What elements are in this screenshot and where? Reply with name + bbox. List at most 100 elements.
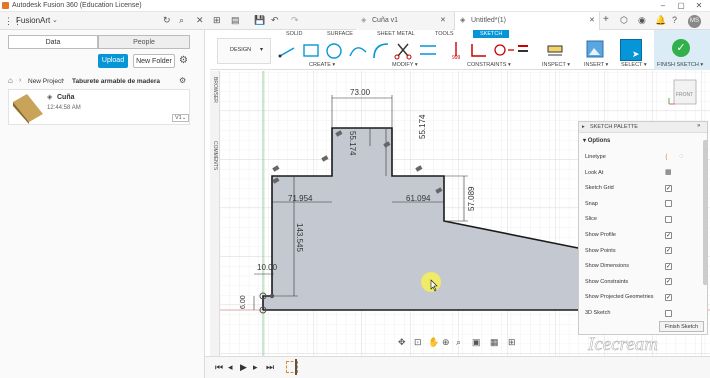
palette-scrollbar[interactable] — [703, 140, 708, 285]
breadcrumb-folder[interactable]: Taburete armable de madera — [72, 78, 160, 85]
palette-header[interactable]: ▸ SKETCH PALETTE » — [579, 122, 707, 133]
palette-option-checkbox[interactable]: ✓ — [665, 293, 672, 301]
select-tool-icon[interactable]: ➤ — [620, 39, 642, 61]
palette-option-checkbox[interactable]: ✓ — [665, 231, 672, 239]
notifications-icon[interactable]: 🔔 — [655, 15, 666, 26]
modify-menu[interactable]: MODIFY ▾ — [392, 62, 418, 68]
folder-settings-icon[interactable]: ⚙ — [179, 76, 186, 85]
circle-tool-icon[interactable] — [326, 43, 342, 59]
finish-sketch-palette-button[interactable]: Finish Sketch — [659, 321, 704, 332]
palette-option-checkbox[interactable] — [665, 215, 672, 223]
finish-sketch-menu[interactable]: FINISH SKETCH ▾ — [657, 62, 703, 68]
viewcube-face[interactable]: FRONT — [676, 92, 693, 98]
play-icon[interactable]: ▶ — [240, 362, 247, 373]
file-list-item[interactable]: ◈ Cuña 12:44:58 AM V1⌄ — [8, 89, 190, 125]
insert-image-icon[interactable] — [586, 40, 604, 58]
dimension-label[interactable]: 71.954 — [288, 194, 312, 203]
options-section[interactable]: ▾ Options — [583, 137, 610, 144]
orbit-icon[interactable]: ✥ — [398, 337, 406, 348]
extensions-icon[interactable]: ⬡ — [620, 15, 628, 26]
tab-sketch[interactable]: SKETCH — [473, 30, 510, 38]
display-settings-icon[interactable]: ▣ — [472, 337, 481, 348]
browser-toggle[interactable]: BROWSER — [212, 77, 218, 103]
timeline-marker[interactable] — [295, 359, 297, 375]
maximize-button[interactable]: ▢ — [672, 0, 690, 12]
expand-icon[interactable]: » — [697, 123, 700, 129]
tangent-tool-icon[interactable] — [494, 44, 506, 56]
redo-icon[interactable]: ↷ — [291, 15, 299, 26]
tab-surface[interactable]: SURFACE — [327, 31, 353, 37]
save-icon[interactable]: 💾 — [254, 15, 265, 26]
viewports-icon[interactable]: ⊞ — [508, 337, 516, 348]
go-to-end-icon[interactable]: ⏭ — [266, 362, 274, 373]
step-back-icon[interactable]: ◂ — [228, 362, 233, 373]
spline-tool-icon[interactable] — [349, 47, 367, 57]
search-icon[interactable]: ⌕ — [179, 15, 184, 26]
palette-option-checkbox[interactable] — [665, 309, 672, 317]
dimension-label[interactable]: 6.00 — [240, 295, 247, 309]
dimension-label[interactable]: 73.00 — [350, 88, 370, 97]
tab-solid[interactable]: SOLID — [286, 31, 303, 37]
dimension-label[interactable]: 61.094 — [406, 194, 430, 203]
tab-cuna[interactable]: ◈ Cuña v1 ✕ — [356, 12, 452, 30]
data-panel-toggle-icon[interactable]: ⊞ — [213, 15, 221, 26]
finish-sketch-button[interactable]: ✓ — [672, 39, 690, 57]
workspace-switcher[interactable]: DESIGN ▾ — [217, 38, 271, 64]
collapse-icon[interactable]: ▸ — [582, 124, 585, 130]
team-name[interactable]: FusionArt — [16, 16, 50, 25]
close-panel-icon[interactable]: ✕ — [196, 15, 204, 26]
upload-button[interactable]: Upload — [98, 54, 128, 68]
refresh-icon[interactable]: ↻ — [163, 15, 171, 26]
dimension-label[interactable]: 57.089 — [467, 187, 476, 211]
palette-option-checkbox[interactable]: ✓ — [665, 262, 672, 270]
close-tab-icon[interactable]: ✕ — [440, 12, 446, 30]
dimension-label[interactable]: 55.174 — [348, 131, 357, 155]
insert-menu[interactable]: INSERT ▾ — [584, 62, 608, 68]
construction-icon[interactable]: ◌ — [679, 153, 683, 160]
new-folder-button[interactable]: New Folder — [133, 54, 175, 68]
fit-icon[interactable]: ⌕ — [456, 337, 461, 348]
undo-icon[interactable]: ↶ — [271, 15, 279, 26]
trim-tool-icon[interactable] — [394, 43, 412, 60]
dimension-label[interactable]: 10.00 — [257, 263, 277, 272]
dimension-tool-icon[interactable]: 999 — [452, 42, 461, 60]
inspect-menu[interactable]: INSPECT ▾ — [542, 62, 570, 68]
select-menu[interactable]: SELECT ▾ — [621, 62, 647, 68]
palette-option-checkbox[interactable]: ✓ — [665, 247, 672, 255]
tab-data[interactable]: Data — [8, 35, 98, 49]
palette-option-checkbox[interactable]: ✓ — [665, 278, 672, 286]
coincident-tool-icon[interactable] — [471, 44, 486, 57]
rectangle-tool-icon[interactable] — [303, 44, 319, 57]
go-to-start-icon[interactable]: ⏮ — [215, 362, 223, 373]
close-button[interactable]: ✕ — [690, 0, 708, 12]
create-menu[interactable]: CREATE ▾ — [309, 62, 335, 68]
home-icon[interactable]: ⌂ — [8, 76, 13, 85]
settings-gear-icon[interactable]: ⚙ — [179, 55, 188, 66]
equal-tool-icon[interactable] — [518, 45, 528, 47]
comments-toggle[interactable]: COMMENTS — [212, 141, 218, 170]
tab-sheet-metal[interactable]: SHEET METAL — [377, 31, 415, 37]
linetype-icon[interactable]: ⟨ — [665, 153, 668, 161]
line-tool-icon[interactable] — [278, 47, 295, 58]
grid-settings-icon[interactable]: ▦ — [490, 337, 499, 348]
user-avatar[interactable]: MS — [688, 15, 701, 28]
minimize-button[interactable]: – — [654, 0, 672, 12]
tab-tools[interactable]: TOOLS — [435, 31, 454, 37]
constraints-menu[interactable]: CONSTRAINTS ▾ — [467, 62, 511, 68]
look-at-icon[interactable]: ⊡ — [414, 337, 422, 348]
step-forward-icon[interactable]: ▸ — [253, 362, 258, 373]
dimension-label[interactable]: 55.174 — [418, 115, 427, 139]
palette-option-checkbox[interactable]: ✓ — [665, 184, 672, 192]
offset-tool-icon[interactable] — [420, 45, 436, 55]
palette-option-checkbox[interactable] — [665, 200, 672, 208]
pan-icon[interactable]: ✋ — [428, 337, 439, 348]
zoom-icon[interactable]: ⊕ — [442, 337, 450, 348]
job-status-icon[interactable]: ◉ — [638, 15, 646, 26]
fillet-tool-icon[interactable] — [373, 43, 389, 59]
chevron-down-icon[interactable]: ⌄ — [52, 16, 58, 24]
help-icon[interactable]: ? — [672, 15, 677, 25]
dimension-label[interactable]: 143.545 — [295, 223, 304, 252]
tab-people[interactable]: People — [98, 35, 190, 49]
new-tab-icon[interactable]: + — [603, 14, 609, 25]
version-badge[interactable]: V1⌄ — [172, 114, 190, 122]
